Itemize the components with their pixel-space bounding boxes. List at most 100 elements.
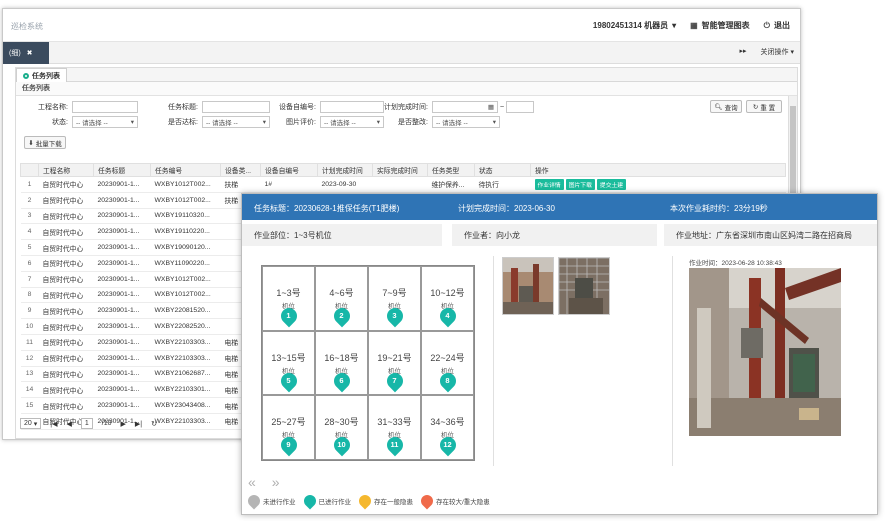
page-total: /10	[101, 420, 112, 427]
position-cell[interactable]: 1~3号机位1	[262, 266, 315, 331]
position-cell[interactable]: 31~33号机位11	[368, 395, 421, 460]
close-icon[interactable]: ✖	[27, 49, 33, 57]
rectified-select[interactable]: -- 请选择 -- ▾	[432, 116, 500, 128]
table-cell-title: 20230901-1...	[93, 208, 151, 225]
popup-plan-date: 计划完成时间：2023-06-30	[458, 204, 555, 213]
tab-task-list[interactable]: 任务列表	[16, 68, 67, 82]
position-number: 7	[392, 375, 397, 385]
plan-date-end[interactable]	[506, 101, 535, 113]
device-input[interactable]	[320, 101, 384, 113]
filter-image-eval: 图片评价: -- 请选择 -- ▾	[264, 116, 384, 128]
table-cell-title: 20230901-1...	[93, 176, 151, 193]
user-area: 19802451314 机器员 ▾ ▦ 智能管理图表 ⏻ 退出	[593, 20, 790, 31]
task-detail-popup: 任务标题：20230628-1推保任务(T1肥楼) 计划完成时间：2023-06…	[241, 193, 878, 515]
task-list-icon	[23, 72, 29, 79]
next-arrow-icon[interactable]: »	[272, 474, 280, 490]
user-menu[interactable]: 19802451314 机器员 ▾	[593, 20, 676, 31]
filter-plan-date: 计划完成时间: ▦ ~	[376, 101, 535, 113]
project-input[interactable]	[72, 101, 138, 113]
table-row[interactable]: 1 自贸时代中心 20230901-1... WXBY1012T002... 扶梯 1# 2…	[20, 176, 786, 193]
page-size-select[interactable]: 20 ▾	[20, 418, 42, 429]
position-cell[interactable]: 25~27号机位9	[262, 395, 315, 460]
plan-date-start[interactable]: ▦	[432, 101, 498, 113]
table-cell-title: 20230901-1...	[93, 223, 151, 241]
position-number: 10	[337, 440, 346, 450]
close-ops-menu[interactable]: 关闭操作 ▾	[761, 47, 794, 57]
table-cell-project: 自贸时代中心	[38, 176, 94, 193]
position-number: 6	[339, 375, 344, 385]
tab-home[interactable]: (细) ✖	[3, 42, 49, 64]
position-cell[interactable]: 13~15号 机位 5	[262, 330, 315, 396]
reset-button[interactable]: ↻ 重 置	[746, 100, 782, 113]
last-page-icon[interactable]: ▶|	[135, 420, 142, 428]
column-header[interactable]: 工程名称	[38, 163, 94, 177]
table-cell-project: 自贸时代中心	[38, 208, 94, 225]
position-cell[interactable]: 34~36号机位12	[421, 395, 474, 460]
position-label: 19~21号	[377, 352, 412, 363]
title-input[interactable]	[202, 101, 270, 113]
page-input[interactable]: 1	[80, 418, 93, 429]
pager: 20 ▾ |◀ ◀ 1 /10 ▶ ▶| ↻	[20, 418, 157, 429]
position-cell[interactable]: 7~9号机位3	[368, 266, 421, 331]
legend-label: 未进行作业	[263, 499, 296, 506]
column-header[interactable]: 状态	[474, 163, 531, 177]
main-photo[interactable]	[689, 268, 841, 436]
position-number: 8	[445, 375, 450, 385]
table-cell-project: 自贸时代中心	[38, 397, 94, 414]
photo-thumbnail[interactable]	[502, 257, 554, 315]
search-button[interactable]: 🔍︎ 查询	[710, 100, 742, 113]
position-cell[interactable]: 19~21号 机位 7	[368, 330, 421, 396]
logout-label: 退出	[774, 21, 790, 30]
panel-title: 任务列表	[16, 82, 797, 96]
column-header[interactable]: 操作	[530, 163, 786, 177]
refresh-icon[interactable]: ↻	[151, 420, 157, 428]
qualified-select[interactable]: -- 请选择 -- ▾	[202, 116, 270, 128]
column-header[interactable]: 任务编号	[150, 163, 221, 177]
prev-page-icon[interactable]: ◀	[66, 420, 71, 428]
table-cell-status: 待执行	[474, 176, 531, 193]
batch-download-button[interactable]: ⬇ 批量下载	[24, 136, 66, 149]
reset-label: 重 置	[760, 104, 776, 112]
op-button[interactable]: 图片下载	[565, 178, 595, 190]
filter-status: 状态: -- 请选择 -- ▾	[16, 116, 138, 128]
column-header[interactable]: 设备自编号	[260, 163, 318, 177]
op-button[interactable]: 作业详情	[534, 178, 564, 190]
table-cell-n: 5	[20, 239, 39, 256]
position-cell[interactable]: 22~24号 机位 8	[421, 330, 474, 396]
logout-link[interactable]: ⏻ 退出	[764, 20, 790, 31]
column-header[interactable]	[20, 163, 39, 177]
location-pin-icon	[418, 492, 436, 510]
column-header[interactable]: 设备类...	[220, 163, 261, 177]
image-eval-select[interactable]: -- 请选择 -- ▾	[320, 116, 384, 128]
prev-arrow-icon[interactable]: «	[248, 474, 256, 490]
table-cell-title: 20230901-1...	[93, 318, 151, 335]
position-cell[interactable]: 4~6号机位2	[315, 266, 368, 331]
status-label: 状态:	[52, 119, 68, 126]
first-page-icon[interactable]: |◀	[50, 420, 57, 428]
photo-thumbnail[interactable]	[558, 257, 610, 315]
table-cell-code: WXBY22103303...	[150, 334, 221, 351]
column-header[interactable]: 计划完成时间	[317, 163, 373, 177]
table-cell-n: 10	[20, 318, 39, 335]
position-cell[interactable]: 28~30号机位10	[315, 395, 368, 460]
smart-chart-link[interactable]: ▦ 智能管理图表	[690, 20, 750, 31]
tab-home-label: (细)	[9, 50, 21, 57]
tab-forward-button[interactable]: ▸▸	[740, 47, 747, 57]
table-cell-code: WXBY23043408...	[150, 397, 221, 414]
status-select[interactable]: -- 请选择 -- ▾	[72, 116, 138, 128]
table-cell-project: 自贸时代中心	[38, 223, 94, 241]
position-cell[interactable]: 10~12号机位4	[421, 266, 474, 331]
table-cell-n: 11	[20, 334, 39, 351]
table-cell-code: WXBY22103303...	[150, 350, 221, 367]
column-header[interactable]: 任务类型	[427, 163, 475, 177]
column-header[interactable]: 实际完成时间	[372, 163, 428, 177]
next-page-icon[interactable]: ▶	[121, 420, 126, 428]
position-cell[interactable]: 16~18号 机位 6	[315, 330, 368, 396]
tab-actions: ▸▸ 关闭操作 ▾	[740, 47, 795, 57]
table-cell-actual	[372, 176, 428, 193]
op-button[interactable]: 提交土建	[596, 178, 627, 190]
position-label: 10~12号	[430, 288, 465, 298]
column-header[interactable]: 任务标题	[93, 163, 151, 177]
plan-date-label: 计划完成时间:	[384, 104, 428, 111]
popup-header: 任务标题：20230628-1推保任务(T1肥楼) 计划完成时间：2023-06…	[242, 194, 877, 220]
